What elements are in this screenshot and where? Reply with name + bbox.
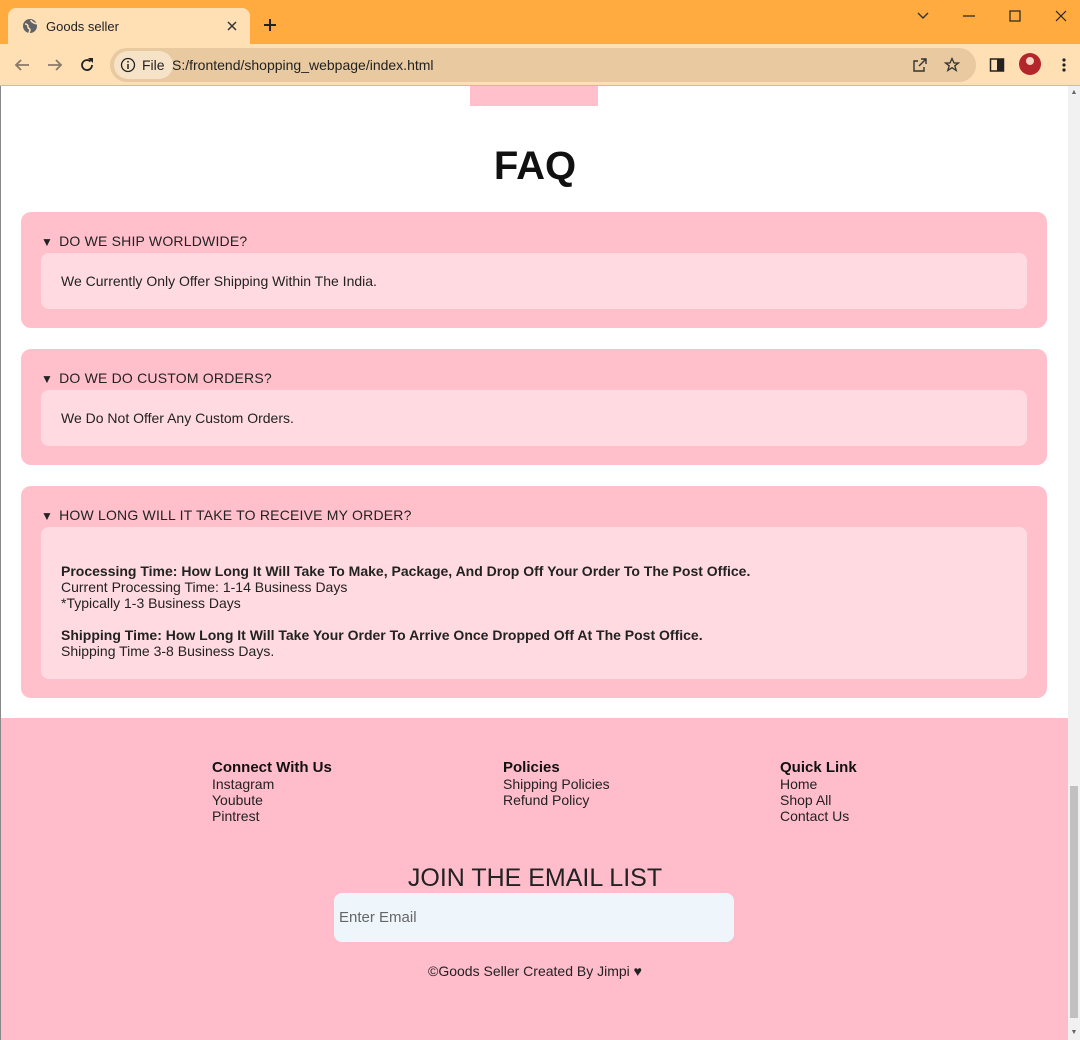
close-tab-icon[interactable] (220, 14, 244, 38)
email-list-heading: JOIN THE EMAIL LIST (407, 864, 663, 892)
close-window-button[interactable] (1038, 4, 1080, 28)
scroll-up-arrow-icon[interactable]: ▲ (1070, 89, 1078, 97)
section-divider-strip (470, 86, 598, 106)
footer-column-heading: Policies (503, 759, 560, 776)
vertical-scrollbar[interactable]: ▲ ▼ (1068, 86, 1080, 1040)
copyright-text: ©Goods Seller Created By Jimpi ♥ (428, 963, 642, 979)
browser-title-bar: Goods seller (0, 0, 1080, 44)
scrollbar-thumb[interactable] (1070, 786, 1078, 1018)
footer-connect-column: Connect With Us Instagram Youbute Pintre… (212, 759, 332, 825)
faq-item: ▼ HOW LONG WILL IT TAKE TO RECEIVE MY ORD… (21, 486, 1047, 698)
profile-avatar[interactable] (1019, 53, 1041, 75)
disclosure-triangle-icon: ▼ (41, 235, 54, 249)
site-footer: Connect With Us Instagram Youbute Pintre… (1, 718, 1068, 1040)
faq-question-toggle[interactable]: ▼ DO WE DO CUSTOM ORDERS? (41, 370, 272, 386)
bookmark-star-icon[interactable] (940, 53, 964, 77)
browser-tab[interactable]: Goods seller (8, 8, 250, 44)
file-chip-label: File (142, 57, 165, 73)
shipping-time-heading: Shipping Time: How Long It Will Take You… (61, 627, 703, 643)
maximize-button[interactable] (992, 4, 1038, 28)
faq-answer-text: We Currently Only Offer Shipping Within … (61, 273, 377, 289)
faq-question-text: DO WE SHIP WORLDWIDE? (59, 233, 248, 249)
footer-link-home[interactable]: Home (780, 776, 857, 792)
faq-heading: FAQ (493, 144, 577, 188)
url-text[interactable]: S:/frontend/shopping_webpage/index.html (172, 57, 434, 73)
disclosure-triangle-icon: ▼ (41, 372, 54, 386)
faq-question-toggle[interactable]: ▼ DO WE SHIP WORLDWIDE? (41, 233, 247, 249)
address-bar[interactable]: File S:/frontend/shopping_webpage/index.… (110, 48, 976, 82)
footer-link-instagram[interactable]: Instagram (212, 776, 332, 792)
tab-title: Goods seller (46, 18, 119, 34)
footer-link-contact-us[interactable]: Contact Us (780, 808, 857, 824)
disclosure-triangle-icon: ▼ (41, 509, 54, 523)
new-tab-button[interactable] (258, 13, 282, 37)
reload-icon[interactable] (73, 51, 101, 79)
footer-column-heading: Connect With Us (212, 759, 332, 776)
footer-link-refund-policy[interactable]: Refund Policy (503, 792, 610, 808)
processing-time-note: *Typically 1-3 Business Days (61, 595, 241, 611)
shipping-time-line: Shipping Time 3-8 Business Days. (61, 643, 275, 659)
globe-icon (22, 18, 38, 34)
tab-search-icon[interactable] (900, 4, 946, 28)
share-icon[interactable] (908, 53, 932, 77)
footer-link-youtube[interactable]: Youbute (212, 792, 332, 808)
browser-toolbar: File S:/frontend/shopping_webpage/index.… (0, 44, 1080, 86)
site-info-chip[interactable]: File (114, 51, 173, 79)
footer-link-shipping-policies[interactable]: Shipping Policies (503, 776, 610, 792)
faq-question-text: DO WE DO CUSTOM ORDERS? (59, 370, 272, 386)
back-arrow-icon[interactable] (8, 51, 36, 79)
faq-answer-box: We Do Not Offer Any Custom Orders. (41, 390, 1027, 446)
footer-policies-column: Policies Shipping Policies Refund Policy (503, 759, 610, 809)
footer-link-shop-all[interactable]: Shop All (780, 792, 857, 808)
minimize-button[interactable] (946, 4, 992, 28)
page-viewport: FAQ ▼ DO WE SHIP WORLDWIDE? We Currently … (0, 86, 1068, 1040)
side-panel-icon[interactable] (985, 53, 1009, 77)
footer-column-heading: Quick Link (780, 759, 857, 776)
faq-question-toggle[interactable]: ▼ HOW LONG WILL IT TAKE TO RECEIVE MY ORD… (41, 507, 412, 523)
faq-question-text: HOW LONG WILL IT TAKE TO RECEIVE MY ORDE… (59, 507, 412, 523)
footer-quick-links-column: Quick Link Home Shop All Contact Us (780, 759, 857, 825)
faq-answer-text: We Do Not Offer Any Custom Orders. (61, 410, 294, 426)
processing-time-line: Current Processing Time: 1-14 Business D… (61, 579, 348, 595)
processing-time-heading: Processing Time: How Long It Will Take T… (61, 563, 751, 579)
scroll-down-arrow-icon[interactable]: ▼ (1070, 1029, 1078, 1037)
faq-answer-box: We Currently Only Offer Shipping Within … (41, 253, 1027, 309)
menu-kebab-icon[interactable] (1052, 53, 1076, 77)
footer-link-pinterest[interactable]: Pintrest (212, 808, 332, 824)
faq-answer-box: Processing Time: How Long It Will Take T… (41, 527, 1027, 679)
faq-item: ▼ DO WE SHIP WORLDWIDE? We Currently Only… (21, 212, 1047, 328)
faq-item: ▼ DO WE DO CUSTOM ORDERS? We Do Not Offer… (21, 349, 1047, 465)
forward-arrow-icon[interactable] (41, 51, 69, 79)
email-input[interactable] (334, 893, 734, 942)
info-icon (120, 57, 136, 73)
